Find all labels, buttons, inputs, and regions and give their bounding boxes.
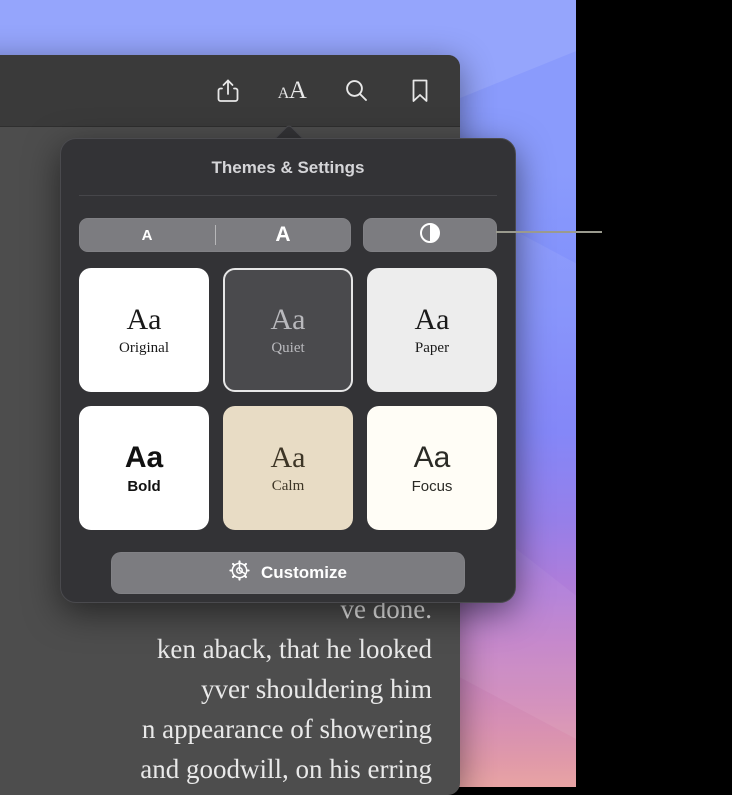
appearance-toggle-button[interactable] <box>363 218 497 252</box>
annotation-callout-line <box>496 231 602 233</box>
theme-card-bold[interactable]: Aa Bold <box>79 406 209 530</box>
popover-title: Themes & Settings <box>211 158 365 177</box>
theme-sample-quiet: Aa <box>270 302 306 336</box>
popover-controls-row: A A <box>61 196 515 252</box>
theme-label-calm: Calm <box>271 477 305 494</box>
theme-sample-focus: Aa <box>413 440 451 474</box>
decrease-font-size-label: A <box>141 226 153 244</box>
decrease-font-size-button[interactable]: A <box>79 218 215 252</box>
theme-label-quiet: Quiet <box>271 339 305 356</box>
customize-row: Customize <box>61 530 515 594</box>
book-text-line: yver shouldering him <box>201 674 432 704</box>
font-size-segmented-control[interactable]: A A <box>79 218 351 252</box>
themes-and-settings-popover: Themes & Settings A A Aa Original Aa Qui… <box>60 138 516 603</box>
theme-label-original: Original <box>119 339 169 356</box>
text-size-icon[interactable]: A A <box>277 76 307 105</box>
increase-font-size-button[interactable]: A <box>215 218 351 252</box>
share-icon[interactable] <box>214 77 242 105</box>
theme-sample-calm: Aa <box>270 440 306 474</box>
theme-label-focus: Focus <box>411 477 453 495</box>
book-text-line: n appearance of showering <box>141 714 432 744</box>
customize-button-label: Customize <box>261 563 347 582</box>
theme-sample-original: Aa <box>126 302 162 336</box>
theme-card-focus[interactable]: Aa Focus <box>367 406 497 530</box>
reader-toolbar: A A <box>0 55 460 127</box>
theme-label-paper: Paper <box>414 339 450 356</box>
text-size-big-a: A <box>288 76 307 104</box>
theme-sample-bold: Aa <box>124 440 164 474</box>
book-text-line: and goodwill, on his erring <box>140 754 432 784</box>
book-text-line: ken aback, that he looked <box>156 634 432 664</box>
search-icon[interactable] <box>342 77 370 105</box>
theme-card-calm[interactable]: Aa Calm <box>223 406 353 530</box>
theme-label-bold: Bold <box>127 477 161 495</box>
contrast-icon <box>419 222 441 249</box>
bookmark-icon[interactable] <box>406 77 434 105</box>
theme-grid: Aa Original Aa Quiet Aa Paper Aa Bold Aa… <box>61 252 515 530</box>
text-size-small-a: A <box>277 84 290 102</box>
customize-button[interactable]: Customize <box>111 552 465 594</box>
gear-icon <box>229 560 250 586</box>
increase-font-size-label: A <box>275 223 291 246</box>
theme-card-quiet[interactable]: Aa Quiet <box>223 268 353 392</box>
theme-card-original[interactable]: Aa Original <box>79 268 209 392</box>
theme-sample-paper: Aa <box>414 302 450 336</box>
segment-divider <box>215 225 216 245</box>
theme-card-paper[interactable]: Aa Paper <box>367 268 497 392</box>
